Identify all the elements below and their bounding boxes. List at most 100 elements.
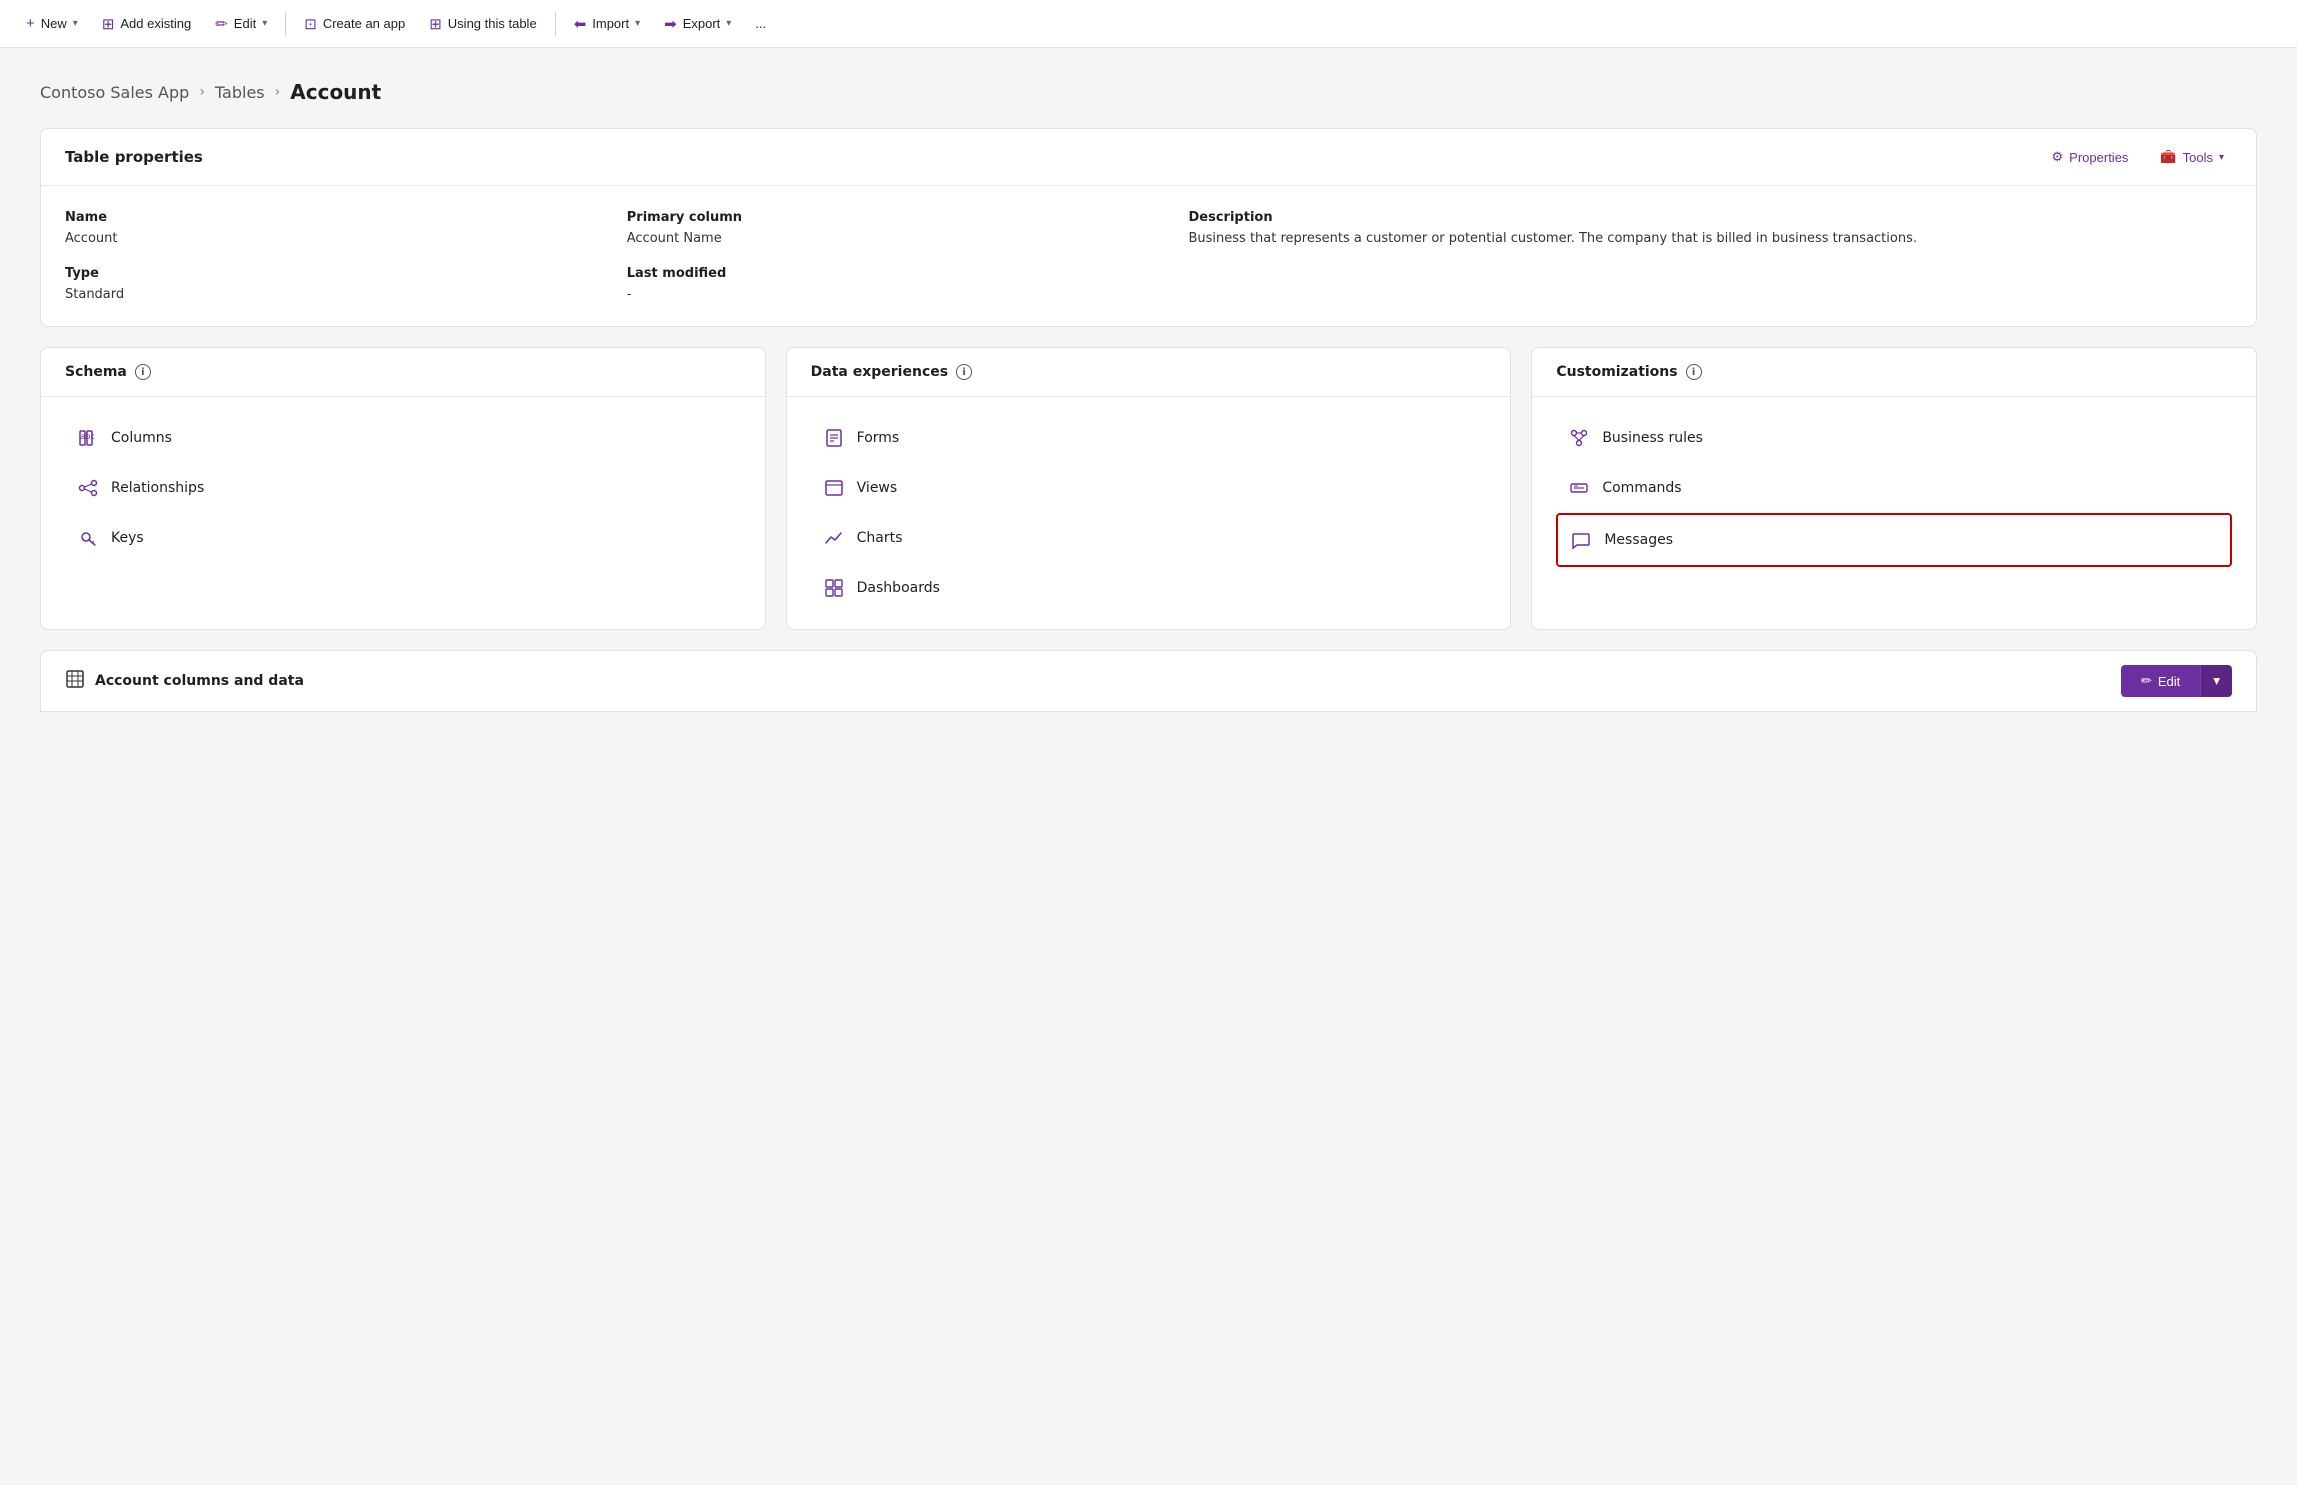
tools-icon: 🧰 (2160, 149, 2176, 165)
card-header-actions: ⚙ Properties 🧰 Tools ▾ (2044, 145, 2232, 169)
business-rules-label: Business rules (1602, 430, 1703, 446)
using-table-button[interactable]: ⊞ Using this table (419, 9, 546, 39)
import-icon: ⬅ (574, 15, 587, 33)
columns-item[interactable]: abc Columns (65, 413, 741, 463)
dashboards-item[interactable]: Dashboards (811, 563, 1487, 613)
table-properties-title: Table properties (65, 148, 203, 166)
forms-icon (823, 427, 845, 449)
dashboards-icon (823, 577, 845, 599)
create-app-label: Create an app (323, 16, 405, 31)
toolbar-divider-1 (285, 12, 286, 36)
bottom-edit-chevron-button[interactable]: ▾ (2200, 665, 2232, 697)
edit-label: Edit (234, 16, 256, 31)
messages-icon (1570, 529, 1592, 551)
breadcrumb-tables[interactable]: Tables (215, 83, 265, 102)
breadcrumb-app[interactable]: Contoso Sales App (40, 83, 189, 102)
data-experiences-info-icon[interactable]: i (956, 364, 972, 380)
breadcrumb-current: Account (290, 80, 381, 104)
relationships-label: Relationships (111, 480, 204, 496)
bottom-edit-label: Edit (2158, 674, 2180, 689)
name-label: Name (65, 210, 587, 225)
svg-text:abc: abc (81, 432, 95, 441)
section-row: Schema i abc Columns (40, 347, 2257, 630)
toolbar: + New ▾ ⊞ Add existing ✏ Edit ▾ ⊡ Create… (0, 0, 2297, 48)
tools-chevron-icon: ▾ (2219, 152, 2224, 163)
edit-dropdown-icon: ▾ (2213, 673, 2220, 688)
business-rules-icon (1568, 427, 1590, 449)
gear-icon: ⚙ (2052, 149, 2064, 165)
schema-items: abc Columns Rel (41, 397, 765, 579)
charts-icon (823, 527, 845, 549)
bottom-bar-title-text: Account columns and data (95, 673, 304, 689)
messages-item[interactable]: Messages (1556, 513, 2232, 567)
properties-button[interactable]: ⚙ Properties (2044, 145, 2137, 169)
bottom-edit-button[interactable]: ✏ Edit (2121, 665, 2200, 697)
keys-label: Keys (111, 530, 144, 546)
description-value: Business that represents a customer or p… (1189, 231, 2233, 246)
add-existing-button[interactable]: ⊞ Add existing (92, 9, 201, 39)
customizations-title: Customizations (1556, 364, 1677, 380)
table-properties-header: Table properties ⚙ Properties 🧰 Tools ▾ (41, 129, 2256, 186)
data-experiences-items: Forms Views (787, 397, 1511, 629)
schema-header: Schema i (41, 348, 765, 397)
export-button[interactable]: ➡ Export ▾ (654, 9, 741, 39)
messages-label: Messages (1604, 532, 1673, 548)
props-col-1: Name Account Type Standard (65, 210, 587, 302)
data-experiences-card: Data experiences i Forms (786, 347, 1512, 630)
more-button[interactable]: ... (745, 10, 776, 37)
import-chevron-icon: ▾ (635, 18, 640, 29)
breadcrumb-sep-2: › (275, 84, 281, 100)
import-label: Import (592, 16, 629, 31)
views-icon (823, 477, 845, 499)
edit-pen-icon: ✏ (2141, 673, 2152, 689)
commands-item[interactable]: Commands (1556, 463, 2232, 513)
schema-card: Schema i abc Columns (40, 347, 766, 630)
breadcrumb-sep-1: › (199, 84, 205, 100)
more-label: ... (755, 16, 766, 31)
customizations-items: Business rules Commands (1532, 397, 2256, 583)
schema-info-icon[interactable]: i (135, 364, 151, 380)
name-value: Account (65, 231, 587, 246)
export-icon: ➡ (664, 15, 677, 33)
export-chevron-icon: ▾ (726, 18, 731, 29)
views-label: Views (857, 480, 898, 496)
import-button[interactable]: ⬅ Import ▾ (564, 9, 650, 39)
edit-group: ✏ Edit ▾ (2121, 665, 2232, 697)
last-modified-value: - (627, 287, 1149, 302)
type-label: Type (65, 266, 587, 281)
main-content: Contoso Sales App › Tables › Account Tab… (0, 48, 2297, 744)
new-button[interactable]: + New ▾ (16, 9, 88, 38)
views-item[interactable]: Views (811, 463, 1487, 513)
customizations-card: Customizations i Busi (1531, 347, 2257, 630)
edit-chevron-icon: ▾ (262, 18, 267, 29)
charts-label: Charts (857, 530, 903, 546)
keys-icon (77, 527, 99, 549)
charts-item[interactable]: Charts (811, 513, 1487, 563)
primary-col-value: Account Name (627, 231, 1149, 246)
tools-button[interactable]: 🧰 Tools ▾ (2152, 145, 2232, 169)
customizations-info-icon[interactable]: i (1686, 364, 1702, 380)
forms-item[interactable]: Forms (811, 413, 1487, 463)
primary-col-label: Primary column (627, 210, 1149, 225)
commands-icon (1568, 477, 1590, 499)
dashboards-label: Dashboards (857, 580, 940, 596)
breadcrumb: Contoso Sales App › Tables › Account (40, 80, 2257, 104)
export-label: Export (683, 16, 721, 31)
columns-label: Columns (111, 430, 172, 446)
using-table-icon: ⊞ (429, 15, 442, 33)
table-grid-icon (65, 669, 85, 693)
props-col-3: Description Business that represents a c… (1189, 210, 2233, 302)
create-app-button[interactable]: ⊡ Create an app (294, 9, 415, 39)
properties-label: Properties (2069, 150, 2128, 165)
forms-label: Forms (857, 430, 900, 446)
business-rules-item[interactable]: Business rules (1556, 413, 2232, 463)
relationships-item[interactable]: Relationships (65, 463, 741, 513)
tools-label: Tools (2183, 150, 2213, 165)
edit-toolbar-button[interactable]: ✏ Edit ▾ (205, 9, 277, 39)
type-value: Standard (65, 287, 587, 302)
using-table-label: Using this table (448, 16, 537, 31)
customizations-header: Customizations i (1532, 348, 2256, 397)
add-existing-icon: ⊞ (102, 15, 115, 33)
keys-item[interactable]: Keys (65, 513, 741, 563)
table-properties-card: Table properties ⚙ Properties 🧰 Tools ▾ … (40, 128, 2257, 327)
